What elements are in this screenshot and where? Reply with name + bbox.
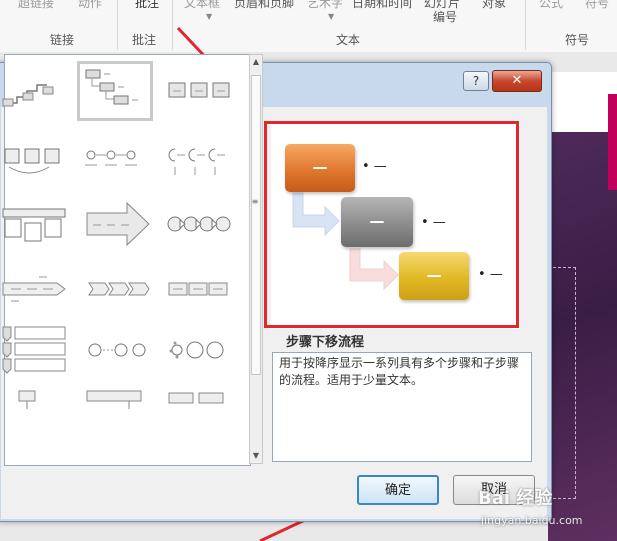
- highlight-box: [264, 121, 519, 328]
- watermark-logo: Bai 经验: [478, 488, 553, 509]
- watermark-url: jingyan.baidu.com: [481, 514, 583, 527]
- ok-button[interactable]: 确定: [357, 475, 439, 505]
- layout-description: 用于按降序显示一系列具有多个步骤和子步骤的流程。适用于少量文本。: [272, 352, 532, 462]
- layout-name: 步骤下移流程: [286, 335, 365, 350]
